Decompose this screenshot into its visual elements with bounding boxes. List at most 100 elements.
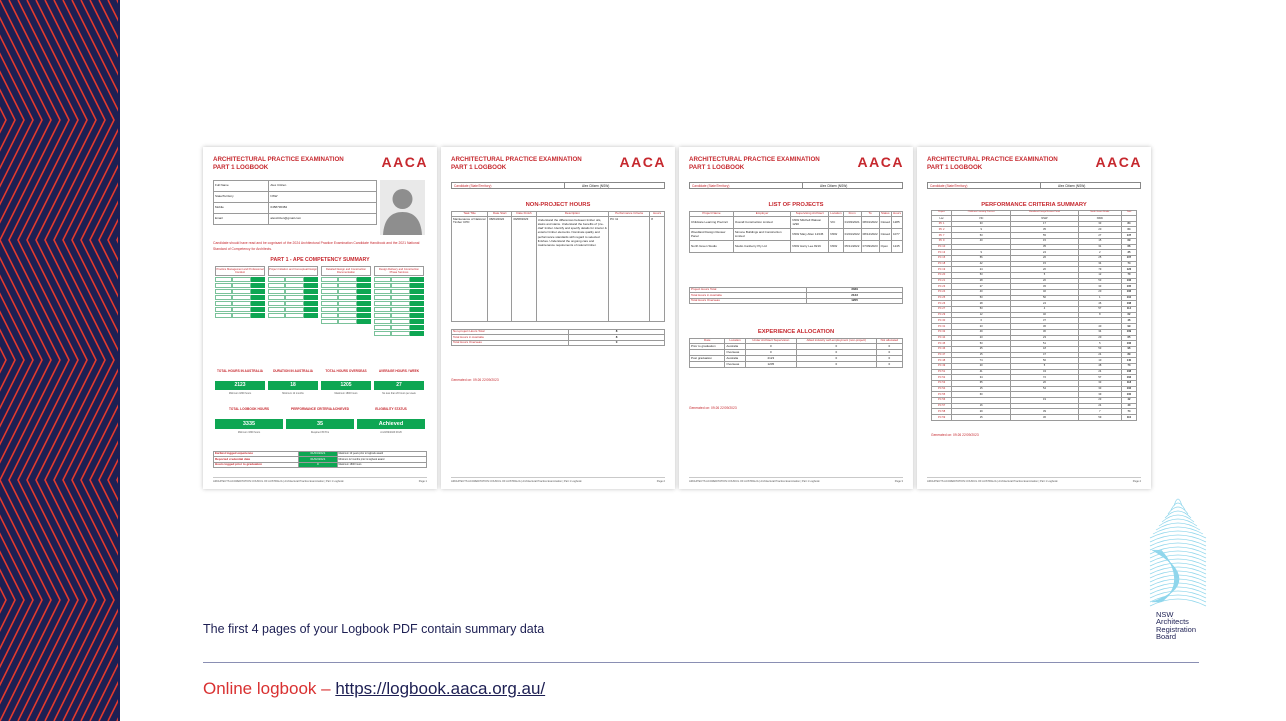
- pc-hours-cell: [284, 277, 305, 283]
- table-cell: PC 59: [930, 414, 953, 421]
- table-cell: 0: [795, 361, 877, 369]
- competency-row: [268, 277, 318, 283]
- total-value: 0: [568, 339, 665, 347]
- pc-hours-cell: [284, 313, 305, 319]
- pc-code-cell: [215, 283, 232, 289]
- pc-code-cell: [268, 277, 285, 283]
- pc-hours-cell: [390, 277, 411, 283]
- slide-caption: The first 4 pages of your Logbook PDF co…: [203, 622, 545, 636]
- pc-status-cell: [251, 283, 265, 289]
- table-cell: 1285: [890, 216, 904, 230]
- pc-hours-cell: [337, 301, 358, 307]
- stat-label: DURATION IN AUSTRALIA: [273, 369, 313, 373]
- decorative-stripes: [0, 0, 120, 721]
- competency-summary-title: PART 1 - APE COMPETENCY SUMMARY: [270, 257, 370, 263]
- table-cell: Open: [878, 240, 892, 254]
- info-row: Email alexcitizen@gmail.com: [212, 213, 377, 225]
- pc-status-cell: [357, 301, 371, 307]
- pc-status-cell: [304, 307, 318, 313]
- competency-row: [321, 301, 371, 307]
- section-heading: PERFORMANCE CRITERIA SUMMARY: [981, 202, 1087, 208]
- table-cell: 8: [649, 216, 665, 323]
- table-row: Overseas 1205 0 0: [688, 361, 904, 369]
- logo-line: [1149, 538, 1207, 547]
- pc-status-cell: [357, 319, 371, 325]
- info-value: alexcitizen@gmail.com: [268, 213, 377, 225]
- experience-dates-table: Earliest logged experience 01/03/2021 Maxi…: [212, 450, 428, 469]
- pc-hours-cell: [231, 313, 252, 319]
- pc-hours-cell: [337, 319, 358, 325]
- table-cell: 08/04/2022: [487, 216, 513, 323]
- table-cell: NSW Mitchell Watson 1290: [790, 216, 830, 230]
- pc-status-cell: [251, 301, 265, 307]
- project-totals: Project Hours Total 3329 Total Hours in Au…: [688, 286, 903, 305]
- info-value: NSW: [268, 191, 377, 203]
- table-cell: Closed: [878, 216, 892, 230]
- pc-status-cell: [410, 283, 424, 289]
- info-value: Alex Citizen: [268, 180, 377, 192]
- table-row: Childcare Learning Precinct Overall Const…: [689, 216, 904, 230]
- competency-row: [268, 289, 318, 295]
- date-value: 0: [298, 461, 338, 469]
- logbook-link[interactable]: https://logbook.aaca.org.au/: [335, 679, 545, 698]
- competency-column-header: Design Delivery and Construction Phase S…: [374, 266, 424, 276]
- logo-line: [1149, 558, 1207, 567]
- logbook-page-3: ARCHITECTURAL PRACTICE EXAMINATION PART 1…: [679, 147, 913, 489]
- stat-label: TOTAL HOURS IN AUSTRALIA: [217, 369, 263, 373]
- online-logbook-label: Online logbook –: [203, 679, 336, 698]
- table-cell: North Green Studio: [689, 240, 734, 254]
- pc-status-cell: [251, 313, 265, 319]
- section-heading: NON-PROJECT HOURS: [525, 202, 591, 208]
- stat-label: TOTAL LOGBOOK HOURS: [228, 407, 270, 411]
- pc-code-cell: [374, 331, 391, 337]
- pc-code-cell: [268, 307, 285, 313]
- logo-line: [1155, 522, 1201, 531]
- pc-status-cell: [251, 307, 265, 313]
- doc-title: ARCHITECTURAL PRACTICE EXAMINATION PART 1…: [689, 156, 820, 171]
- pc-hours-cell: [284, 289, 305, 295]
- pc-code-cell: [215, 289, 232, 295]
- table-cell: NSW: [828, 240, 844, 254]
- pc-hours-cell: [390, 319, 411, 325]
- competency-row: [215, 277, 265, 283]
- stat-label: TOTAL HOURS OVERSEAS: [325, 369, 367, 373]
- stat-value-box: 1205: [321, 381, 371, 390]
- pc-status-cell: [410, 301, 424, 307]
- pc-code-cell: [321, 295, 338, 301]
- competency-row: [374, 325, 424, 331]
- pc-code-cell: [374, 313, 391, 319]
- pc-status-cell: [410, 307, 424, 313]
- page-footer: ARCHITECTS ACCREDITATION COUNCIL OF AUST…: [213, 477, 427, 483]
- pc-status-cell: [304, 295, 318, 301]
- stat-label: AVERAGE HOURS / WEEK: [378, 369, 420, 373]
- table-cell: PC 11: [608, 216, 651, 323]
- stat-note: Minimum 1800 hours: [228, 392, 252, 395]
- pc-hours-cell: [231, 289, 252, 295]
- doc-title: ARCHITECTURAL PRACTICE EXAMINATION PART 1…: [927, 156, 1058, 171]
- pc-status-cell: [410, 289, 424, 295]
- info-label: Email: [212, 213, 270, 225]
- table-cell: Woodland Design Review Panel: [689, 228, 734, 242]
- pc-code-cell: [215, 307, 232, 313]
- competency-column-header: Detailed Design and Construction Documen…: [321, 266, 371, 276]
- pc-status-cell: [357, 289, 371, 295]
- info-row: State/Territory NSW: [212, 191, 377, 203]
- aaca-logo: AACA: [857, 154, 904, 170]
- competency-row: [268, 295, 318, 301]
- info-label: Mobile: [212, 202, 270, 214]
- pc-hours-cell: [284, 307, 305, 313]
- pc-code-cell: [321, 277, 338, 283]
- competency-row: [374, 331, 424, 337]
- table-cell: NSW: [828, 228, 844, 242]
- generated-timestamp: Generated on: 09:26 22/09/2023: [689, 406, 737, 410]
- pc-code-cell: [374, 319, 391, 325]
- competency-row: [321, 313, 371, 319]
- pc-status-cell: [357, 277, 371, 283]
- pc-code-cell: [374, 283, 391, 289]
- pc-code-cell: [374, 289, 391, 295]
- stat-value-box: 27: [374, 381, 424, 390]
- pc-code-cell: [215, 277, 232, 283]
- allocation-heading: EXPERIENCE ALLOCATION: [757, 329, 835, 335]
- candidate-bar: Candidate (State/Territory) Alex Citizen …: [451, 182, 665, 189]
- pc-status-cell: [304, 301, 318, 307]
